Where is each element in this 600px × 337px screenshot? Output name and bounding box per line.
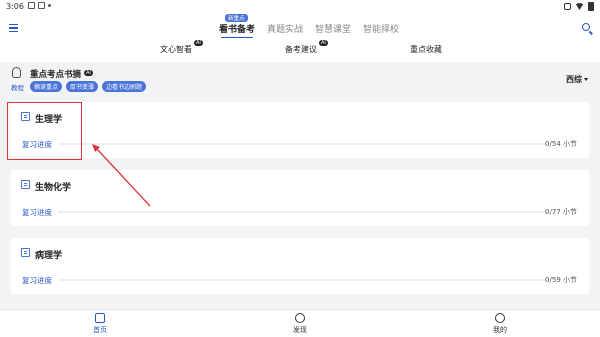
section-count: 0/77 小节 bbox=[545, 208, 577, 216]
main-tabs: 新重点 看书备考 真题实战 智慧课堂 智能择校 bbox=[219, 14, 399, 38]
nav-label: 发现 bbox=[293, 326, 307, 334]
section-header: 教程 重点考点书摘 AI 摘读重点 厚书变薄 边看书边刷题 西综 bbox=[0, 62, 600, 100]
subject-card[interactable]: 生物化学 复习进度 0/77 小节 bbox=[11, 170, 589, 226]
tab-kanshu-beikao[interactable]: 新重点 看书备考 bbox=[219, 14, 256, 38]
subject-card[interactable]: 病理学 复习进度 0/59 小节 bbox=[11, 238, 589, 294]
progress-label: 复习进度 bbox=[22, 208, 52, 217]
subtab-label: 备考建议 bbox=[285, 45, 317, 54]
compass-icon bbox=[295, 313, 305, 323]
dot-icon bbox=[48, 4, 51, 7]
status-time: 3:06 bbox=[6, 2, 24, 11]
ai-badge: AI bbox=[194, 40, 203, 46]
subject-selector[interactable]: 西综 bbox=[566, 74, 588, 85]
profile-icon bbox=[495, 313, 505, 323]
nav-label: 首页 bbox=[93, 326, 107, 334]
feature-chips: 摘读重点 厚书变薄 边看书边刷题 bbox=[30, 81, 147, 92]
subtab-beikao-jianyi[interactable]: 备考建议 AI bbox=[285, 40, 328, 55]
status-bar: 3:06 bbox=[0, 0, 600, 14]
menu-icon[interactable] bbox=[9, 24, 18, 32]
ai-badge: AI bbox=[84, 70, 93, 76]
gallery-icon bbox=[28, 2, 35, 9]
subtab-label: 文心智看 bbox=[160, 45, 192, 54]
chip[interactable]: 边看书边刷题 bbox=[102, 81, 147, 92]
tab-zhineng-zexiao[interactable]: 智能择校 bbox=[363, 22, 399, 35]
progress-track bbox=[58, 143, 548, 145]
card-title: 生物化学 bbox=[35, 183, 72, 193]
progress-track bbox=[58, 279, 548, 281]
search-icon[interactable] bbox=[582, 23, 590, 31]
chip[interactable]: 厚书变薄 bbox=[66, 81, 99, 92]
new-badge: 新重点 bbox=[225, 14, 248, 22]
wifi-icon bbox=[575, 3, 584, 10]
tab-label: 看书备考 bbox=[219, 25, 256, 35]
tab-zhenti-shizhan[interactable]: 真题实战 bbox=[267, 22, 303, 35]
tab-zhihui-ketang[interactable]: 智慧课堂 bbox=[315, 22, 351, 35]
subtab-zhongdian-shoucang[interactable]: 重点收藏 bbox=[410, 44, 442, 55]
ai-badge: AI bbox=[319, 40, 328, 46]
subject-selector-label: 西综 bbox=[566, 75, 582, 84]
lightbulb-icon[interactable] bbox=[12, 67, 21, 78]
nav-home[interactable]: 首页 bbox=[80, 313, 120, 335]
nav-discover[interactable]: 发现 bbox=[280, 313, 320, 335]
progress-label: 复习进度 bbox=[22, 276, 52, 285]
battery-icon bbox=[588, 2, 594, 11]
progress-track bbox=[58, 211, 548, 213]
vibrate-icon bbox=[564, 3, 571, 10]
home-icon bbox=[95, 313, 105, 323]
nav-label: 我的 bbox=[493, 326, 507, 334]
nav-me[interactable]: 我的 bbox=[480, 313, 520, 335]
top-bar: 新重点 看书备考 真题实战 智慧课堂 智能择校 文心智看 AI 备考建议 AI … bbox=[0, 14, 600, 62]
section-count: 0/54 小节 bbox=[545, 140, 577, 148]
highlight-box bbox=[7, 102, 82, 160]
tutorial-link[interactable]: 教程 bbox=[11, 82, 24, 92]
section-title: 重点考点书摘 bbox=[30, 70, 82, 80]
bottom-nav: 首页 发现 我的 bbox=[0, 309, 600, 337]
card-title: 病理学 bbox=[35, 251, 63, 261]
book-icon bbox=[21, 248, 30, 257]
caret-down-icon bbox=[584, 78, 588, 81]
system-icons bbox=[564, 2, 594, 11]
book-icon bbox=[21, 180, 30, 189]
app-notification-icon bbox=[38, 2, 45, 9]
section-count: 0/59 小节 bbox=[545, 276, 577, 284]
subtab-wenxin-zhikan[interactable]: 文心智看 AI bbox=[160, 40, 203, 55]
chip[interactable]: 摘读重点 bbox=[30, 81, 63, 92]
subject-card[interactable]: 生理学 复习进度 0/54 小节 bbox=[11, 102, 589, 158]
notification-icons bbox=[28, 2, 51, 9]
